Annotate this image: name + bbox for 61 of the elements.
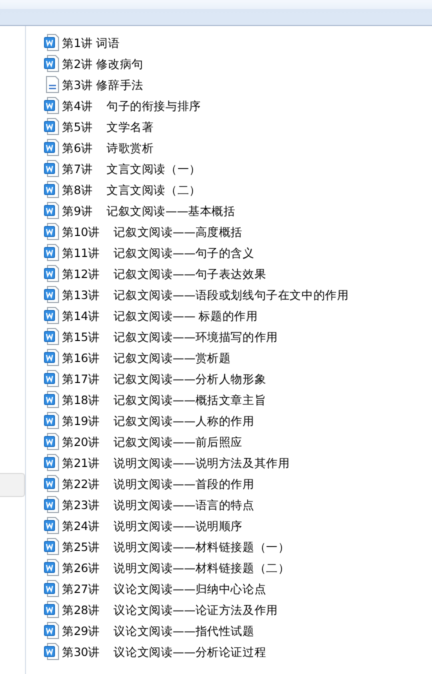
document-icon <box>44 286 60 303</box>
document-icon <box>44 559 60 576</box>
file-name[interactable]: 第18讲 记叙文阅读——概括文章主旨 <box>62 392 266 406</box>
file-name[interactable]: 第25讲 说明文阅读——材料链接题（一） <box>62 540 290 554</box>
file-name[interactable]: 第10讲 记叙文阅读——高度概括 <box>62 224 242 238</box>
document-icon <box>44 160 60 177</box>
document-icon <box>44 370 60 387</box>
document-icon <box>44 391 60 408</box>
document-icon <box>44 202 60 219</box>
document-icon <box>44 97 60 114</box>
file-name[interactable]: 第23讲 说明文阅读——语言的特点 <box>62 498 254 512</box>
file-name[interactable]: 第20讲 记叙文阅读——前后照应 <box>62 434 242 448</box>
file-name[interactable]: 第5讲 文学名著 <box>62 120 154 134</box>
file-name[interactable]: 第3讲 修辞手法 <box>62 78 144 92</box>
file-name[interactable]: 第30讲 议论文阅读——分析论证过程 <box>62 644 266 658</box>
document-icon <box>44 622 60 639</box>
file-name[interactable]: 第24讲 说明文阅读——说明顺序 <box>62 518 242 532</box>
document-icon <box>44 643 60 660</box>
file-name[interactable]: 第11讲 记叙文阅读——句子的含义 <box>62 246 254 260</box>
file-name[interactable]: 第29讲 议论文阅读——指代性试题 <box>62 624 254 638</box>
document-icon <box>44 475 60 492</box>
document-icon <box>44 118 60 135</box>
document-icon <box>44 328 60 345</box>
file-name[interactable]: 第26讲 说明文阅读——材料链接题（二） <box>62 560 290 574</box>
file-name[interactable]: 第6讲 诗歌赏析 <box>62 140 154 154</box>
file-name[interactable]: 第17讲 记叙文阅读——分析人物形象 <box>62 372 266 386</box>
document-icon <box>44 496 60 513</box>
document-icon <box>44 349 60 366</box>
file-name[interactable]: 第21讲 说明文阅读——说明方法及其作用 <box>62 456 290 470</box>
file-name[interactable]: 第15讲 记叙文阅读——环境描写的作用 <box>62 330 278 344</box>
document-icon <box>44 307 60 324</box>
file-name[interactable]: 第8讲 文言文阅读（二） <box>62 182 201 196</box>
document-icon <box>44 55 60 72</box>
document-icon <box>44 580 60 597</box>
file-name[interactable]: 第13讲 记叙文阅读——语段或划线句子在文中的作用 <box>62 288 349 302</box>
file-name[interactable]: 第7讲 文言文阅读（一） <box>62 162 201 176</box>
file-name[interactable]: 第4讲 句子的衔接与排序 <box>62 98 201 112</box>
file-name[interactable]: 第28讲 议论文阅读——论证方法及作用 <box>62 602 278 616</box>
file-name[interactable]: 第22讲 说明文阅读——首段的作用 <box>62 476 254 490</box>
document-icon <box>44 181 60 198</box>
file-name[interactable]: 第27讲 议论文阅读——归纳中心论点 <box>62 582 266 596</box>
file-name[interactable]: 第16讲 记叙文阅读——赏析题 <box>62 350 231 364</box>
document-icon <box>44 433 60 450</box>
document-icon <box>44 265 60 282</box>
file-name[interactable]: 第19讲 记叙文阅读——人称的作用 <box>62 414 254 428</box>
document-icon <box>44 244 60 261</box>
document-icon <box>44 223 60 240</box>
document-icon <box>44 139 60 156</box>
text-file-icon <box>44 76 60 93</box>
file-name[interactable]: 第2讲 修改病句 <box>62 56 144 70</box>
file-name[interactable]: 第9讲 记叙文阅读——基本概括 <box>62 204 236 218</box>
document-icon <box>44 517 60 534</box>
document-icon <box>44 601 60 618</box>
file-name[interactable]: 第14讲 记叙文阅读—— 标题的作用 <box>62 308 258 322</box>
nav-item[interactable] <box>0 473 25 497</box>
document-icon <box>44 454 60 471</box>
document-icon <box>44 412 60 429</box>
file-name[interactable]: 第1讲 词语 <box>62 36 120 50</box>
document-icon <box>44 34 60 51</box>
file-name[interactable]: 第12讲 记叙文阅读——句子表达效果 <box>62 266 266 280</box>
document-icon <box>44 538 60 555</box>
